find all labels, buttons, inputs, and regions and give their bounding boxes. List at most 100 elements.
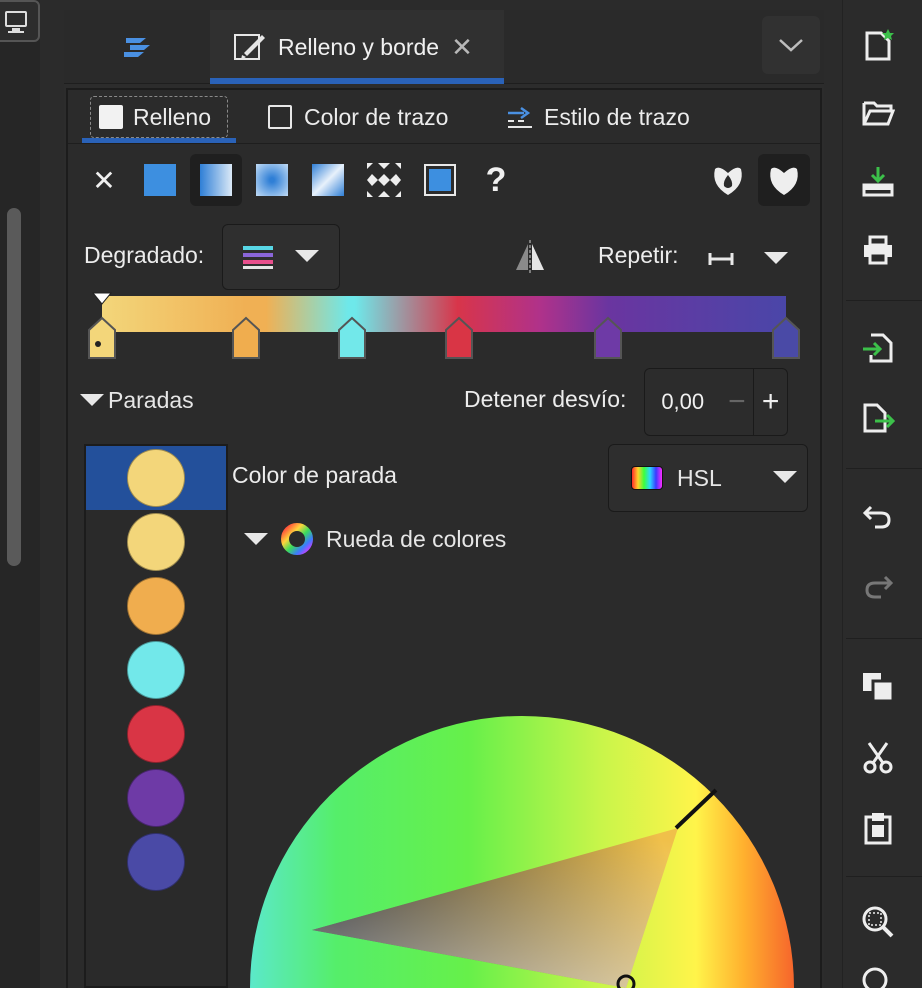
offset-spinbox[interactable]: 0,00 − + bbox=[644, 368, 788, 436]
fill-square-icon bbox=[99, 105, 123, 129]
stroke-style-icon bbox=[508, 106, 532, 128]
left-strip bbox=[0, 0, 40, 988]
reverse-gradient-button[interactable] bbox=[512, 240, 548, 279]
export-button[interactable] bbox=[852, 394, 904, 442]
canvas-scrollbar[interactable] bbox=[7, 208, 21, 566]
gradient-label: Degradado: bbox=[84, 242, 205, 268]
repeat-selector[interactable] bbox=[708, 244, 798, 274]
new-document-button[interactable] bbox=[852, 22, 904, 70]
redo-icon bbox=[865, 575, 894, 599]
fill-rule-nonzero-button[interactable] bbox=[758, 154, 810, 206]
pattern-button[interactable] bbox=[358, 154, 410, 206]
subtab-stroke-style[interactable]: Estilo de trazo bbox=[506, 96, 690, 138]
new-document-icon bbox=[865, 29, 894, 61]
unset-paint-button[interactable]: ? bbox=[470, 154, 522, 206]
save-download-icon bbox=[862, 167, 894, 197]
fill-rule-evenodd-button[interactable] bbox=[702, 154, 754, 206]
gradient-stop-handle[interactable] bbox=[337, 316, 367, 362]
dock-menu-button[interactable] bbox=[762, 16, 820, 74]
list-item[interactable] bbox=[86, 702, 226, 766]
stop-color-label: Color de parada bbox=[232, 462, 397, 488]
color-wheel-icon bbox=[281, 523, 313, 555]
repeat-label: Repetir: bbox=[598, 242, 679, 268]
nonzero-icon bbox=[770, 167, 798, 195]
flat-color-icon bbox=[144, 164, 176, 196]
subtab-fill[interactable]: Relleno bbox=[90, 96, 228, 138]
mesh-gradient-button[interactable] bbox=[302, 154, 354, 206]
import-icon bbox=[863, 333, 893, 363]
stop-swatch bbox=[127, 705, 185, 763]
tab-fill-and-stroke[interactable]: Relleno y borde ✕ bbox=[210, 10, 504, 84]
gradient-stop-handle[interactable] bbox=[771, 316, 801, 362]
print-button[interactable] bbox=[852, 226, 904, 274]
mesh-gradient-icon bbox=[312, 164, 344, 196]
no-paint-button[interactable]: ✕ bbox=[78, 154, 130, 206]
gradient-stop-handle[interactable] bbox=[444, 316, 474, 362]
flip-icon bbox=[516, 240, 544, 274]
color-mode-selector[interactable]: HSL bbox=[608, 444, 808, 512]
redo-button[interactable] bbox=[852, 562, 904, 610]
canvas-edge bbox=[40, 0, 64, 988]
list-item[interactable] bbox=[86, 830, 226, 894]
zoom-selection-button[interactable] bbox=[852, 898, 904, 946]
gradient-selector[interactable] bbox=[222, 224, 340, 290]
stops-expander[interactable]: Paradas bbox=[80, 384, 194, 416]
toolbar-separator bbox=[846, 300, 922, 301]
save-button[interactable] bbox=[852, 158, 904, 206]
stop-swatch bbox=[127, 577, 185, 635]
layers-icon bbox=[124, 38, 150, 57]
expander-down-icon bbox=[244, 533, 268, 545]
list-item[interactable] bbox=[86, 766, 226, 830]
clipboard-icon bbox=[864, 813, 892, 845]
list-item[interactable] bbox=[86, 638, 226, 702]
offset-label: Detener desvío: bbox=[464, 386, 627, 412]
color-wheel-expander[interactable]: Rueda de colores bbox=[244, 522, 506, 556]
import-button[interactable] bbox=[852, 324, 904, 372]
offset-value[interactable]: 0,00 bbox=[645, 389, 720, 415]
undo-icon bbox=[862, 505, 891, 529]
close-tab-icon[interactable]: ✕ bbox=[451, 32, 473, 63]
stop-swatch bbox=[127, 449, 185, 507]
zoom-drawing-button[interactable] bbox=[852, 966, 904, 988]
color-wheel[interactable] bbox=[228, 560, 828, 988]
gradient-stop-handle[interactable] bbox=[231, 316, 261, 362]
flat-color-button[interactable] bbox=[134, 154, 186, 206]
linear-gradient-button[interactable] bbox=[190, 154, 242, 206]
fill-stroke-brush-icon bbox=[234, 34, 265, 60]
color-spectrum-icon bbox=[631, 466, 663, 490]
undo-button[interactable] bbox=[852, 492, 904, 540]
radial-gradient-button[interactable] bbox=[246, 154, 298, 206]
repeat-none-icon bbox=[708, 253, 734, 265]
decrement-button[interactable]: − bbox=[720, 385, 753, 419]
increment-button[interactable]: + bbox=[754, 385, 787, 419]
gradient-stop-handle[interactable] bbox=[593, 316, 623, 362]
export-icon bbox=[863, 403, 895, 433]
subtab-stroke-paint[interactable]: Color de trazo bbox=[268, 96, 448, 138]
color-mode-value: HSL bbox=[677, 464, 722, 491]
scissors-icon bbox=[863, 742, 893, 774]
gradient-stop-handle[interactable] bbox=[87, 316, 117, 362]
active-tab-indicator bbox=[210, 78, 504, 84]
printer-icon bbox=[864, 235, 892, 265]
list-item[interactable] bbox=[86, 510, 226, 574]
list-item[interactable] bbox=[86, 446, 226, 510]
stop-swatch bbox=[127, 769, 185, 827]
stops-header-label: Paradas bbox=[108, 386, 194, 413]
swatch-button[interactable] bbox=[414, 154, 466, 206]
paste-button[interactable] bbox=[852, 804, 904, 852]
cut-button[interactable] bbox=[852, 734, 904, 782]
stop-swatch bbox=[127, 513, 185, 571]
duplicate-button[interactable] bbox=[852, 662, 904, 710]
duplicate-icon bbox=[863, 673, 895, 703]
display-icon[interactable] bbox=[0, 0, 40, 42]
folder-open-icon bbox=[862, 101, 895, 126]
selected-stop-indicator bbox=[92, 292, 112, 305]
tab-layers-objects[interactable] bbox=[66, 12, 208, 82]
toolbar-separator bbox=[846, 876, 922, 877]
list-item[interactable] bbox=[86, 574, 226, 638]
no-paint-icon: ✕ bbox=[92, 164, 116, 196]
open-button[interactable] bbox=[852, 88, 904, 136]
chevron-down-icon bbox=[779, 39, 803, 52]
stops-list[interactable] bbox=[84, 444, 228, 988]
toolbar-separator bbox=[846, 638, 922, 639]
